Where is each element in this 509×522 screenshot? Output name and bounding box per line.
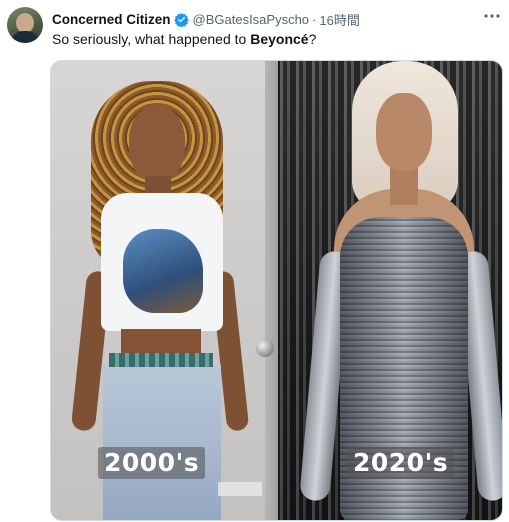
separator-dot: · <box>312 11 317 27</box>
tweet[interactable]: Concerned Citizen @BGatesIsaPyscho · 16時… <box>0 0 509 522</box>
caption-2000s: 2000's <box>98 447 206 479</box>
avatar-face <box>16 13 34 33</box>
door-knob <box>256 339 274 357</box>
left-belt <box>109 353 213 367</box>
avatar-shirt <box>11 31 39 43</box>
watermark <box>218 482 262 496</box>
right-neck <box>390 165 418 205</box>
more-horizontal-icon[interactable] <box>481 8 503 24</box>
horse-print <box>123 229 203 313</box>
left-midriff <box>121 329 201 355</box>
right-face <box>376 93 432 171</box>
tweet-text-bold: Beyoncé <box>250 31 309 47</box>
left-face <box>129 106 185 182</box>
user-handle[interactable]: @BGatesIsaPyscho <box>193 12 310 27</box>
timestamp[interactable]: 16時間 <box>319 10 359 29</box>
display-name[interactable]: Concerned Citizen <box>52 12 171 27</box>
tweet-text-start: So seriously, what happened to <box>52 31 251 47</box>
caption-2020s: 2020's <box>347 447 455 479</box>
verified-badge-icon <box>173 12 189 27</box>
tweet-header: Concerned Citizen @BGatesIsaPyscho · 16時… <box>52 10 499 28</box>
avatar[interactable] <box>7 7 43 43</box>
tweet-text: So seriously, what happened to Beyoncé? <box>52 31 316 47</box>
left-jeans <box>103 365 221 520</box>
door-edge <box>265 61 278 520</box>
tweet-media-image[interactable]: 2000's 2020's <box>50 60 503 521</box>
tweet-text-end: ? <box>308 31 317 47</box>
